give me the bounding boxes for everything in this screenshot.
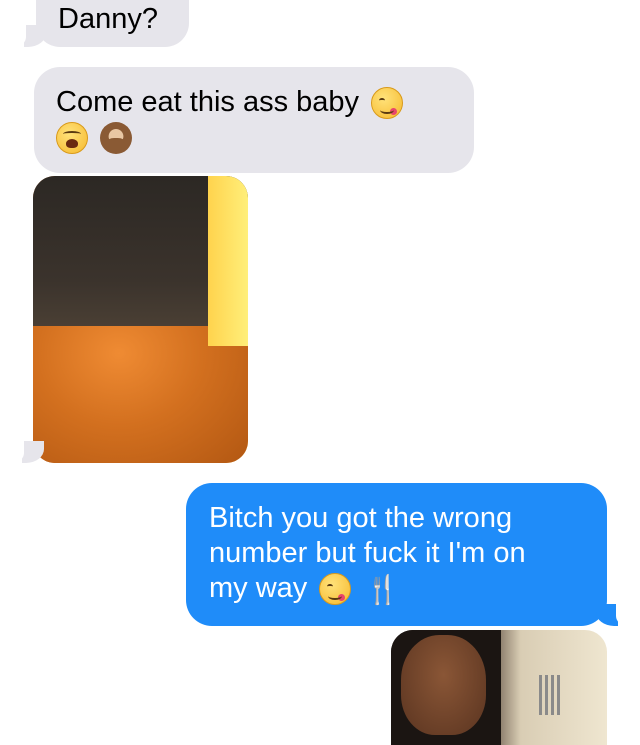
message-line: number but fuck it I'm on: [209, 537, 526, 569]
bubble-tail: [12, 441, 44, 463]
message-line: my way: [209, 572, 308, 604]
message-text: Danny?: [58, 3, 158, 35]
photo-content: [401, 635, 486, 735]
photo-content: [208, 176, 248, 346]
outgoing-photo[interactable]: [391, 630, 607, 745]
fork-and-knife-icon: 🍴: [365, 573, 401, 605]
face-savoring-food-icon: [319, 573, 352, 606]
incoming-message-bubble[interactable]: Come eat this ass baby: [34, 67, 474, 173]
message-thread: Danny? Come eat this ass baby Bitch you …: [0, 0, 640, 745]
message-line-with-emoji: my way 🍴: [209, 571, 607, 607]
bubble-tail: [14, 25, 46, 47]
bubble-tail: [596, 604, 628, 626]
weary-face-icon: [56, 122, 88, 155]
incoming-photo[interactable]: [33, 176, 248, 463]
face-savoring-food-icon: [371, 87, 404, 120]
incoming-message-bubble[interactable]: Danny?: [36, 0, 189, 47]
outgoing-message-bubble[interactable]: Bitch you got the wrong number but fuck …: [186, 483, 607, 626]
see-no-evil-monkey-icon: [100, 122, 133, 155]
fork-icon: [539, 675, 561, 735]
message-line: Bitch you got the wrong: [209, 502, 513, 534]
message-text: Come eat this ass baby: [56, 86, 360, 118]
